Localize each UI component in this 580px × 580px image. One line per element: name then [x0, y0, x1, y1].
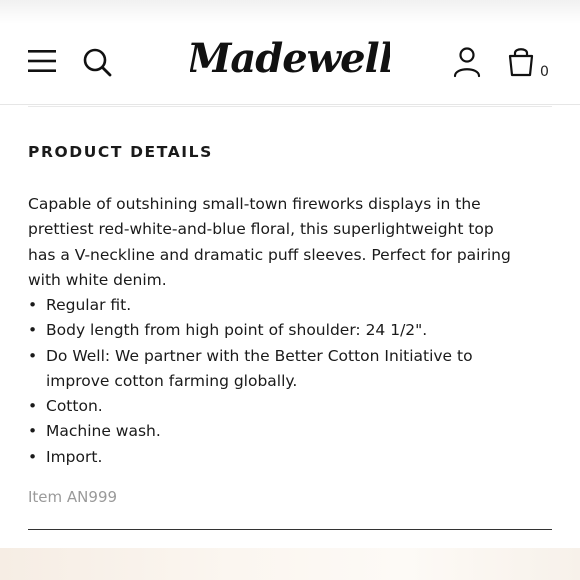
brand-logo-text: Madewell: [190, 35, 390, 82]
brand-logo[interactable]: Madewell: [185, 32, 395, 92]
item-code: Item AN999: [28, 488, 118, 506]
bag-count: 0: [540, 64, 549, 80]
bullet-dot: •: [28, 321, 38, 340]
section-bottom-divider: [28, 529, 552, 530]
shopping-bag-icon: [508, 48, 534, 77]
search-button[interactable]: [80, 45, 114, 79]
description-line: has a V-neckline and dramatic puff sleev…: [28, 245, 511, 264]
feature-item: • Regular fit.: [28, 293, 558, 318]
feature-text: Import.: [46, 447, 103, 466]
feature-text: Cotton.: [46, 397, 103, 416]
next-section-preview: [0, 548, 580, 580]
feature-text: Do Well: We partner with the Better Cott…: [46, 346, 473, 365]
bullet-dot: •: [28, 296, 38, 314]
feature-text: Body length from high point of shoulder:…: [46, 321, 428, 340]
feature-text: Regular fit.: [46, 296, 132, 314]
description-line: prettiest red-white-and-blue floral, thi…: [28, 220, 494, 239]
description-line: Capable of outshining small-town firewor…: [28, 195, 481, 213]
product-description: Capable of outshining small-town firewor…: [28, 192, 558, 293]
bullet-dot: •: [28, 397, 38, 416]
madewell-logo: Madewell: [185, 35, 395, 82]
hamburger-menu-icon: [28, 50, 56, 72]
page: Madewell 0 PRODUCT DETAILS Capable of ou…: [0, 0, 580, 580]
user-icon: [453, 47, 481, 78]
feature-text: Machine wash.: [46, 422, 161, 441]
feature-item: • Cotton.: [28, 394, 558, 419]
feature-item: • Machine wash.: [28, 419, 558, 444]
header-divider: [0, 104, 580, 105]
feature-item: • Body length from high point of shoulde…: [28, 318, 558, 343]
feature-item: • Do Well: We partner with the Better Co…: [28, 344, 558, 395]
feature-item: • Import.: [28, 445, 558, 470]
top-fade: [0, 0, 580, 24]
bullet-dot: •: [28, 447, 38, 466]
bullet-dot: •: [28, 422, 38, 441]
product-feature-list: • Regular fit. • Body length from high p…: [28, 293, 558, 470]
account-button[interactable]: [452, 46, 482, 78]
description-line: with white denim.: [28, 270, 167, 289]
search-icon: [83, 48, 112, 77]
bullet-dot: •: [28, 346, 38, 365]
feature-text: improve cotton farming globally.: [46, 371, 298, 390]
product-details-heading: PRODUCT DETAILS: [28, 143, 213, 161]
menu-button[interactable]: [26, 47, 58, 75]
shopping-bag-button[interactable]: [506, 44, 536, 78]
section-divider: [28, 106, 552, 107]
